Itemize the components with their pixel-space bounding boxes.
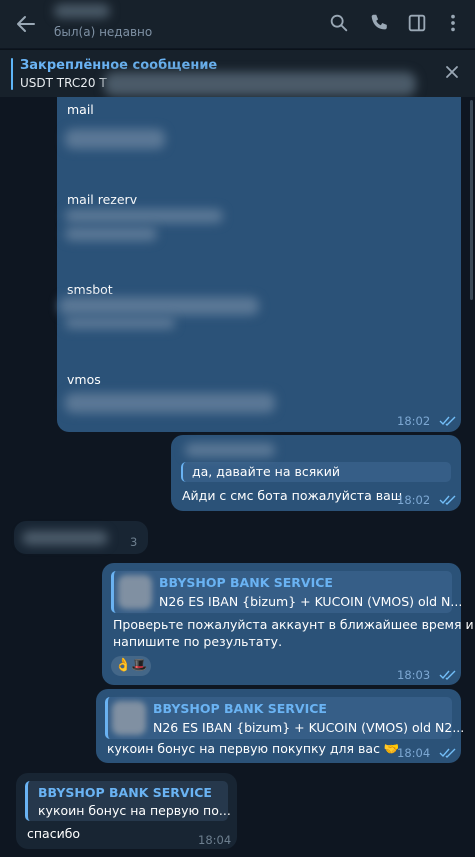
- read-checkmarks-icon: [439, 416, 456, 426]
- message-text-line: напишите по результату.: [113, 634, 283, 649]
- message-text: спасибо: [27, 826, 81, 841]
- quote-text: да, давайте на всякий: [192, 464, 341, 479]
- redacted-text: [65, 317, 175, 329]
- pinned-preview: USDT TRC20 T: [20, 76, 107, 90]
- message-time: 18:02: [397, 414, 431, 428]
- message-label: mail rezerv: [67, 192, 138, 207]
- read-checkmarks-icon: [439, 748, 456, 758]
- message-time-fragment: 3: [130, 535, 138, 549]
- message-bubble-incoming[interactable]: BBYSHOP BANK SERVICE кукоин бонус на пер…: [16, 773, 237, 849]
- back-arrow-icon[interactable]: [14, 12, 38, 36]
- peer-status: был(а) недавно: [54, 25, 153, 39]
- reply-title: BBYSHOP BANK SERVICE: [159, 575, 333, 590]
- reply-thumbnail: [112, 701, 146, 735]
- message-bubble-outgoing[interactable]: BBYSHOP BANK SERVICE N26 ES IBAN {bizum}…: [96, 689, 464, 763]
- message-label: mail: [67, 102, 94, 117]
- reply-block[interactable]: BBYSHOP BANK SERVICE кукоин бонус на пер…: [25, 781, 231, 821]
- message-time: 18:04: [397, 746, 431, 760]
- redacted-text: [65, 209, 223, 223]
- read-checkmarks-icon: [439, 670, 456, 680]
- message-label: smsbot: [67, 282, 113, 297]
- quote-block: да, давайте на всякий: [181, 462, 451, 482]
- message-time: 18:02: [397, 493, 431, 507]
- redacted-text: [65, 227, 157, 241]
- redacted-text: [22, 531, 108, 545]
- message-bubble-outgoing[interactable]: mail mail rezerv smsbot vmos 18:02: [57, 97, 461, 432]
- redacted-text: [59, 297, 259, 315]
- reply-title: BBYSHOP BANK SERVICE: [38, 785, 212, 800]
- read-checkmarks-icon: [439, 495, 456, 505]
- chat-header: был(а) недавно: [0, 0, 475, 48]
- phone-icon[interactable]: [368, 12, 390, 34]
- reply-text: N26 ES IBAN {bizum} + KUCOIN (VMOS) old …: [153, 720, 465, 735]
- search-icon[interactable]: [328, 12, 350, 34]
- message-time: 18:03: [397, 668, 431, 682]
- reply-block[interactable]: BBYSHOP BANK SERVICE N26 ES IBAN {bizum}…: [111, 571, 462, 613]
- reactions-badge[interactable]: 👌🎩: [111, 656, 151, 676]
- message-time: 18:04: [198, 833, 232, 847]
- reply-block[interactable]: BBYSHOP BANK SERVICE N26 ES IBAN {bizum}…: [105, 697, 464, 739]
- redacted-text: [65, 393, 275, 413]
- reply-thumbnail: [118, 575, 152, 609]
- pinned-title: Закреплённое сообщение: [20, 58, 218, 73]
- reply-text: N26 ES IBAN {bizum} + KUCOIN (VMOS) old …: [159, 594, 463, 609]
- message-bubble-outgoing[interactable]: BBYSHOP BANK SERVICE N26 ES IBAN {bizum}…: [102, 563, 474, 685]
- message-text: Айди с смс бота пожалуйста ваш: [182, 488, 403, 503]
- message-text: кукоин бонус на первую покупку для вас 🤝: [107, 741, 400, 756]
- scrollbar[interactable]: [470, 100, 473, 300]
- message-bubble-outgoing[interactable]: да, давайте на всякий Айди с смс бота по…: [171, 435, 461, 511]
- redacted-text: [185, 443, 275, 457]
- close-icon[interactable]: [444, 64, 460, 80]
- reply-text: кукоин бонус на первую по...: [38, 803, 231, 818]
- message-bubble-incoming[interactable]: 3: [14, 521, 148, 554]
- more-options-icon[interactable]: [442, 12, 464, 34]
- message-label: vmos: [67, 372, 101, 387]
- message-text-line: Проверьте пожалуйста аккаунт в ближайшее…: [113, 617, 474, 632]
- sidebar-toggle-icon[interactable]: [406, 12, 428, 34]
- reply-title: BBYSHOP BANK SERVICE: [153, 701, 327, 716]
- redacted-text: [65, 129, 165, 149]
- reaction-emojis: 👌🎩: [115, 658, 148, 673]
- pinned-accent-bar: [11, 58, 13, 90]
- pinned-preview-redacted: [104, 72, 416, 96]
- peer-name[interactable]: [54, 4, 110, 18]
